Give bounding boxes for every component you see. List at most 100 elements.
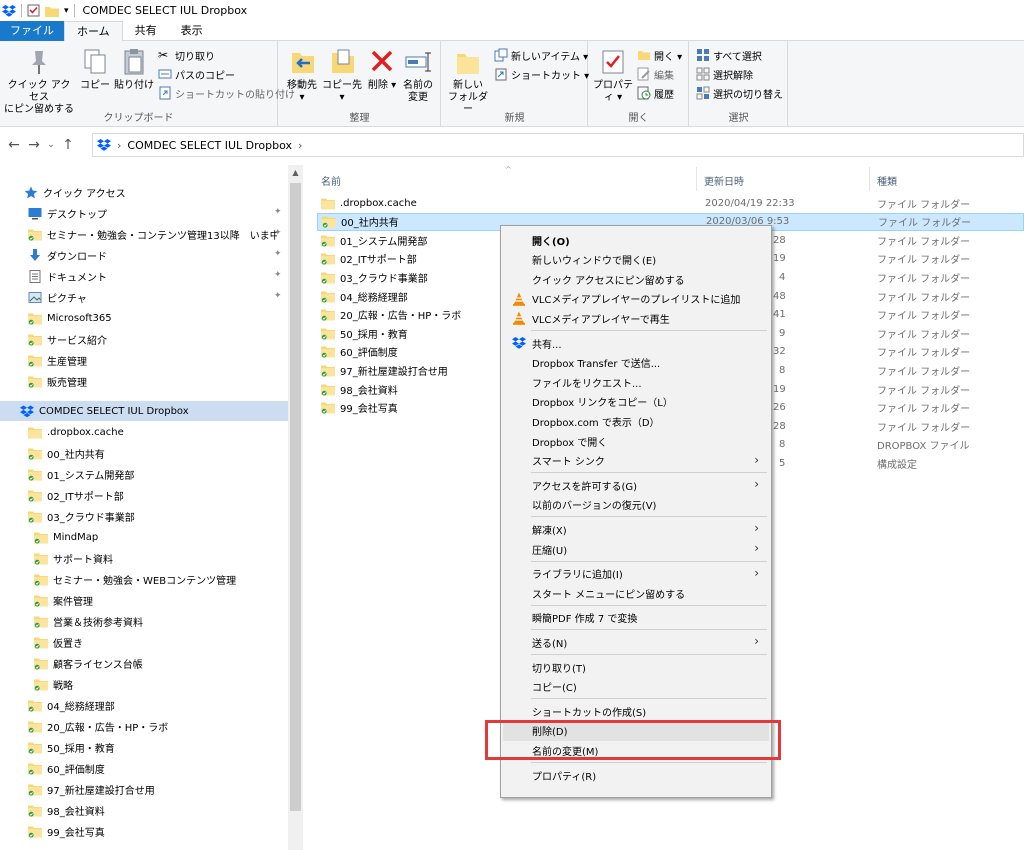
context-menu-item[interactable]: スタート メニューにピン留めする (503, 583, 769, 603)
nav-item[interactable]: 生産管理 (0, 350, 288, 370)
context-menu-item[interactable]: 瞬簡PDF 作成 7 で変換 (503, 608, 769, 628)
address-bar[interactable]: › COMDEC SELECT IUL Dropbox › (92, 133, 1024, 157)
pin-icon[interactable]: ✦ (274, 207, 284, 217)
dropbox-icon[interactable] (2, 4, 16, 17)
new-item-button[interactable]: 新しいアイテム ▾ (494, 46, 588, 64)
nav-item[interactable]: COMDEC SELECT IUL Dropbox (0, 401, 288, 421)
forward-arrow-icon[interactable]: → (24, 137, 44, 153)
delete-button[interactable]: 削除 ▾ (367, 47, 397, 92)
back-arrow-icon[interactable]: ← (4, 137, 24, 153)
nav-item[interactable]: セミナー・勉強会・コンテンツ管理13以降 いま中小企業✦ (0, 224, 288, 244)
nav-item[interactable]: 案件管理 (0, 590, 288, 610)
context-menu-item[interactable]: 共有... (503, 333, 769, 353)
context-menu-item[interactable]: スマート シンク › (503, 451, 769, 471)
context-menu-item[interactable]: VLCメディアプレイヤーのプレイリストに追加 (503, 289, 769, 309)
tab-home[interactable]: ホーム (64, 21, 123, 41)
select-all-button[interactable]: すべて選択 (696, 46, 762, 64)
tab-file[interactable]: ファイル (0, 21, 64, 41)
nav-item[interactable]: 02_ITサポート部 (0, 485, 288, 505)
pin-quick-access-button[interactable]: クイック アクセス にピン留めする (4, 47, 74, 116)
up-arrow-icon[interactable]: ↑ (58, 137, 78, 153)
column-divider[interactable] (869, 167, 870, 191)
paste-shortcut-button[interactable]: ショートカットの貼り付け (158, 84, 295, 102)
nav-item[interactable]: サービス紹介 (0, 329, 288, 349)
pin-icon[interactable]: ✦ (274, 228, 284, 238)
nav-item[interactable]: 04_総務経理部 (0, 695, 288, 715)
nav-item[interactable]: セミナー・勉強会・WEBコンテンツ管理 (0, 569, 288, 589)
context-menu-item[interactable]: 圧縮(U) › (503, 539, 769, 559)
breadcrumb-chevron-icon[interactable]: › (117, 139, 121, 152)
customize-toolbar-icon[interactable]: ▾ (64, 6, 69, 16)
nav-scrollbar[interactable]: ▲ (288, 165, 303, 850)
nav-item[interactable]: サポート資料 (0, 548, 288, 568)
context-menu-item[interactable]: 新しいウィンドウで開く(E) (503, 250, 769, 270)
properties-icon[interactable] (27, 4, 40, 17)
rename-button[interactable]: 名前の 変更 (399, 47, 437, 104)
recent-locations-icon[interactable]: ⌄ (44, 140, 58, 150)
nav-item[interactable]: 仮置き (0, 632, 288, 652)
open-button[interactable]: 開く ▾ (637, 46, 682, 64)
context-menu-item[interactable]: コピー(C) (503, 677, 769, 697)
pin-icon[interactable]: ✦ (274, 270, 284, 280)
context-menu-item[interactable]: 切り取り(T) (503, 657, 769, 677)
nav-item[interactable]: 20_広報・広告・HP・ラボ (0, 716, 288, 736)
nav-item[interactable]: Microsoft365 (0, 308, 288, 328)
nav-item[interactable]: 50_採用・教育 (0, 737, 288, 757)
context-menu-item[interactable]: 送る(N) › (503, 632, 769, 652)
new-folder-button[interactable]: 新しい フォルダー (446, 47, 490, 116)
move-to-button[interactable]: 移動先 ▾ (283, 47, 321, 104)
column-header-type[interactable]: 種類 (877, 171, 897, 189)
invert-selection-button[interactable]: 選択の切り替え (696, 84, 783, 102)
nav-item[interactable]: 99_会社写真 (0, 821, 288, 841)
breadcrumb-item[interactable]: COMDEC SELECT IUL Dropbox (127, 139, 292, 152)
context-menu-item[interactable]: 開く(O) (503, 230, 769, 250)
nav-item[interactable]: 営業＆技術参考資料 (0, 611, 288, 631)
scroll-up-icon[interactable]: ▲ (288, 165, 303, 181)
copy-to-button[interactable]: コピー先 ▾ (321, 47, 363, 104)
context-menu-item[interactable]: ファイルをリクエスト... (503, 372, 769, 392)
tab-share[interactable]: 共有 (123, 21, 169, 41)
edit-button[interactable]: 編集 (637, 65, 674, 83)
column-header-name[interactable]: 名前 (321, 171, 341, 189)
scroll-thumb[interactable] (290, 183, 301, 811)
nav-item[interactable]: .dropbox.cache (0, 422, 288, 442)
context-menu-item[interactable]: アクセスを許可する(G) › (503, 475, 769, 495)
context-menu-item[interactable]: Dropbox リンクをコピー（L） (503, 392, 769, 412)
cut-button[interactable]: ✂ 切り取り (158, 46, 215, 64)
file-row[interactable]: .dropbox.cache 2020/04/19 22:33 ファイル フォルダー (317, 194, 1024, 212)
copy-button[interactable]: コピー (78, 47, 112, 92)
nav-item[interactable]: 顧客ライセンス台帳 (0, 653, 288, 673)
context-menu-item[interactable]: 解凍(X) › (503, 519, 769, 539)
history-button[interactable]: 履歴 (637, 84, 674, 102)
nav-item[interactable]: ダウンロード ✦ (0, 245, 288, 265)
context-menu-item[interactable]: プロパティ(R) (503, 765, 769, 785)
tab-view[interactable]: 表示 (169, 21, 215, 41)
new-folder-icon[interactable] (45, 5, 59, 17)
properties-button[interactable]: プロパティ ▾ (591, 47, 635, 104)
nav-item[interactable]: 97_新社屋建設打合せ用 (0, 779, 288, 799)
context-menu-item[interactable]: ライブラリに追加(I) › (503, 564, 769, 584)
shortcut-button[interactable]: ショートカット ▾ (494, 65, 589, 83)
column-divider[interactable] (696, 167, 697, 191)
nav-item[interactable]: 販売管理 (0, 371, 288, 391)
select-none-button[interactable]: 選択解除 (696, 65, 753, 83)
context-menu-item[interactable]: Dropbox.com で表示（D） (503, 411, 769, 431)
pin-icon[interactable]: ✦ (274, 291, 284, 301)
context-menu-item[interactable]: 以前のバージョンの復元(V) (503, 495, 769, 515)
context-menu-item[interactable]: ショートカットの作成(S) (503, 701, 769, 721)
nav-item[interactable]: デスクトップ ✦ (0, 203, 288, 223)
nav-item[interactable]: クイック アクセス (0, 182, 288, 202)
context-menu-item[interactable]: VLCメディアプレイヤーで再生 (503, 308, 769, 328)
context-menu-item[interactable]: クイック アクセスにピン留めする (503, 269, 769, 289)
nav-item[interactable]: MindMap (0, 527, 288, 547)
paste-button[interactable]: 貼り付け (114, 47, 154, 92)
nav-item[interactable]: ドキュメント ✦ (0, 266, 288, 286)
pin-icon[interactable]: ✦ (274, 249, 284, 259)
nav-item[interactable]: 00_社内共有 (0, 443, 288, 463)
nav-item[interactable]: 98_会社資料 (0, 800, 288, 820)
nav-item[interactable]: 60_評価制度 (0, 758, 288, 778)
column-header-date[interactable]: 更新日時 (704, 171, 744, 189)
context-menu-item[interactable]: Dropbox で開く (503, 431, 769, 451)
copy-path-button[interactable]: パスのコピー (158, 65, 235, 83)
context-menu-item[interactable]: Dropbox Transfer で送信... (503, 353, 769, 373)
